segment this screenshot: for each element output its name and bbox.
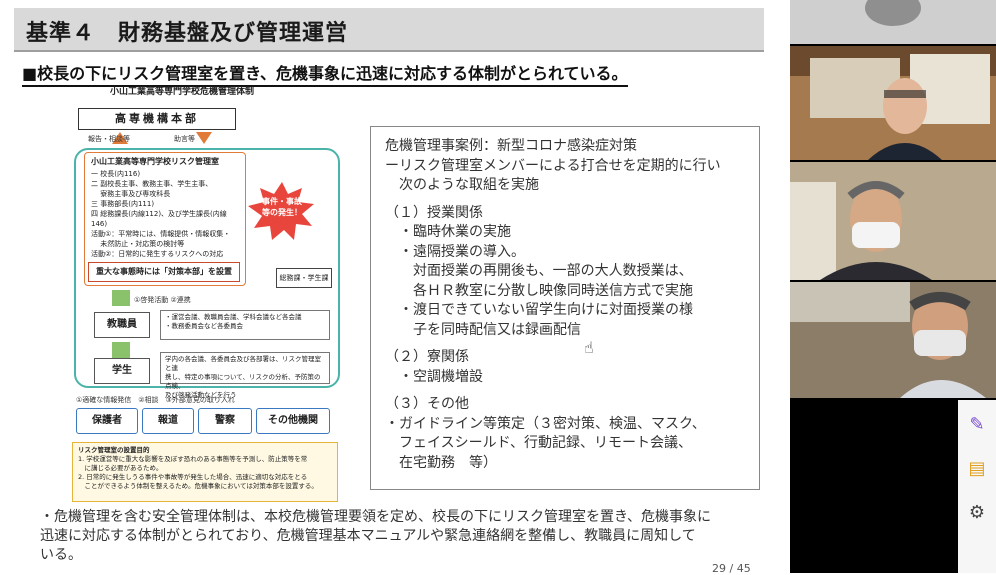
purpose-line: ことができるよう体制を整えるため。危機事象においては対策本部を設置する。 — [78, 482, 318, 490]
hand-cursor-icon: ☝ — [584, 338, 594, 357]
green-arrow-icon — [112, 290, 130, 306]
purpose-line: に講じる必要があるため。 — [78, 464, 163, 472]
students-note: 学内の各会議、各委員会及び各部署は、リスク管理室と連 携し、特定の事項について、… — [160, 352, 330, 399]
risk-room-line: 一 校長(内116) — [91, 170, 141, 178]
footer-line: ・危機管理を含む安全管理体制は、本校危機管理要領を定め、校長の下にリスク管理室を… — [40, 509, 712, 525]
faculty-note: ・運営会議、教職員会議、学科会議など各会議 ・教務委員会など各委員会 — [160, 310, 330, 340]
slide-title: 基準４ 財務基盤及び管理運営 — [26, 21, 349, 46]
risk-room-title: 小山工業高等専門学校リスク管理室 — [91, 157, 219, 166]
example-spacer — [385, 196, 745, 204]
external-guardians: 保護者 — [76, 408, 138, 434]
pen-icon[interactable]: ✎ — [964, 412, 990, 438]
external-other: その他機関 — [256, 408, 330, 434]
settings-icon[interactable]: ⚙ — [964, 500, 990, 526]
emergency-hq-box: 重大な事態時には「対策本部」を設置 — [88, 262, 240, 282]
purpose-line: 2. 日常的に発生しうる事件や事故等が発生した場合、迅速に適切な対応をとる — [78, 473, 308, 481]
liaison-label: ①啓発活動 ②連携 — [134, 296, 191, 304]
example-line: 子を同時配信又は録画配信 — [385, 321, 581, 338]
slide-subtitle: ■校長の下にリスク管理室を置き、危機事象に迅速に対応する体制がとられている。 — [22, 60, 628, 87]
external-police: 警察 — [198, 408, 252, 434]
avatar-placeholder-icon — [790, 0, 996, 44]
external-press: 報道 — [142, 408, 194, 434]
covid-example-box: 危機管理事案例：新型コロナ感染症対策 ーリスク管理室メンバーによる打合せを定期的… — [370, 126, 760, 490]
slide-footer: ・危機管理を含む安全管理体制は、本校危機管理要領を定め、校長の下にリスク管理室を… — [40, 508, 770, 565]
video-tile-participant-4[interactable] — [790, 282, 996, 398]
example-line: 危機管理事案例：新型コロナ感染症対策 — [385, 138, 637, 154]
purpose-line: 1. 学校運営等に重大な影響を及ぼす恐れのある事態等を予測し、防止策等を常 — [78, 455, 308, 463]
example-line: 次のような取組を実施 — [385, 177, 539, 193]
report-label: 報告・相談等 — [88, 135, 130, 143]
advice-label: 助言等 — [174, 135, 195, 143]
risk-room-line: 二 副校長主事、教務主事、学生主事、 — [91, 180, 213, 188]
participant-video — [790, 46, 996, 160]
annotation-tool-strip: ✎ ▤ ⚙ — [958, 400, 996, 573]
risk-room-line: 三 事務部長(内111) — [91, 200, 155, 208]
video-tile-participant-1[interactable] — [790, 0, 996, 44]
example-line: ーリスク管理室メンバーによる打合せを定期的に行い — [385, 157, 721, 174]
org-chart-title: 小山工業高等専門学校危機管理体制 — [110, 87, 255, 97]
students-note-line: 携し、特定の事項について、リスクの分析、予防策の点検、 — [165, 373, 321, 390]
advice-arrow-icon — [196, 132, 212, 144]
example-line: フェイスシールド、行動記録、リモート会議、 — [385, 435, 693, 451]
risk-room-line: 活動①：平常時には、情報提供・情報収集・ — [91, 230, 231, 238]
example-line: 在宅勤務 等） — [385, 454, 497, 471]
example-line: （３）その他 — [385, 396, 469, 412]
example-line: ・臨時休業の実施 — [385, 224, 511, 240]
example-spacer — [385, 340, 745, 348]
incident-label-line: 事件・事故 — [262, 197, 302, 206]
page-indicator: 29 / 45 — [712, 562, 751, 575]
faculty-note-line: ・運営会議、教職員会議、学科会議など各会議 — [165, 313, 302, 321]
incident-label-line: 等の発生！ — [262, 208, 302, 217]
slide-title-bar: 基準４ 財務基盤及び管理運営 — [14, 8, 764, 52]
risk-room-line: 活動②：日常的に発生するリスクへの対応 — [91, 250, 224, 258]
risk-room-line: 四 総務課長(内線112)、及び学生課長(内線146) — [91, 210, 227, 228]
students-note-line: 学内の各会議、各委員会及び各部署は、リスク管理室と連 — [165, 355, 321, 372]
risk-room-purpose: リスク管理室の設置目的 1. 学校運営等に重大な影響を及ぼす恐れのある事態等を予… — [72, 442, 338, 502]
example-line: ・ガイドライン等策定（３密対策、検温、マスク、 — [385, 415, 706, 432]
hq-box: 高専機構本部 — [78, 108, 236, 130]
video-tile-participant-2[interactable] — [790, 46, 996, 160]
participant-video — [790, 162, 996, 280]
example-line: （１）授業関係 — [385, 204, 483, 221]
green-arrow-icon — [112, 342, 130, 358]
example-line: 各ＨＲ教室に分散し映像同時送信方式で実施 — [385, 282, 693, 299]
example-spacer — [385, 387, 745, 395]
general-affairs-box: 総務課・学生課 — [276, 268, 332, 288]
example-line: ・遠隔授業の導入。 — [385, 243, 525, 260]
faculty-note-line: ・教務委員会など各委員会 — [165, 322, 243, 330]
example-line: ・空調機増設 — [385, 368, 483, 385]
students-box: 学生 — [94, 358, 150, 384]
video-tile-participant-3[interactable] — [790, 162, 996, 280]
faculty-box: 教職員 — [94, 312, 150, 338]
participant-video — [790, 282, 996, 398]
risk-room-line: 寮務主事及び専攻科長 — [91, 190, 171, 198]
example-line: （２）寮関係 — [385, 349, 469, 365]
example-line: ・渡日できていない留学生向けに対面授業の様 — [385, 302, 693, 318]
footer-line: 迅速に対応する体制がとられており、危機管理基本マニュアルや緊急連絡網を整備し、教… — [40, 528, 696, 544]
example-line: 対面授業の再開後も、一部の大人数授業は、 — [385, 263, 693, 279]
purpose-title: リスク管理室の設置目的 — [78, 446, 150, 454]
external-row-label: ①適確な情報発信 ②相談 ③外部意見の取り入れ — [76, 396, 235, 404]
note-icon[interactable]: ▤ — [964, 456, 990, 482]
footer-line: いる。 — [40, 547, 82, 563]
presentation-slide: 基準４ 財務基盤及び管理運営 ■校長の下にリスク管理室を置き、危機事象に迅速に対… — [0, 0, 790, 575]
risk-room-line: 未然防止・対応策の検討等 — [91, 240, 185, 248]
incident-label: 事件・事故 等の発生！ — [252, 196, 312, 218]
